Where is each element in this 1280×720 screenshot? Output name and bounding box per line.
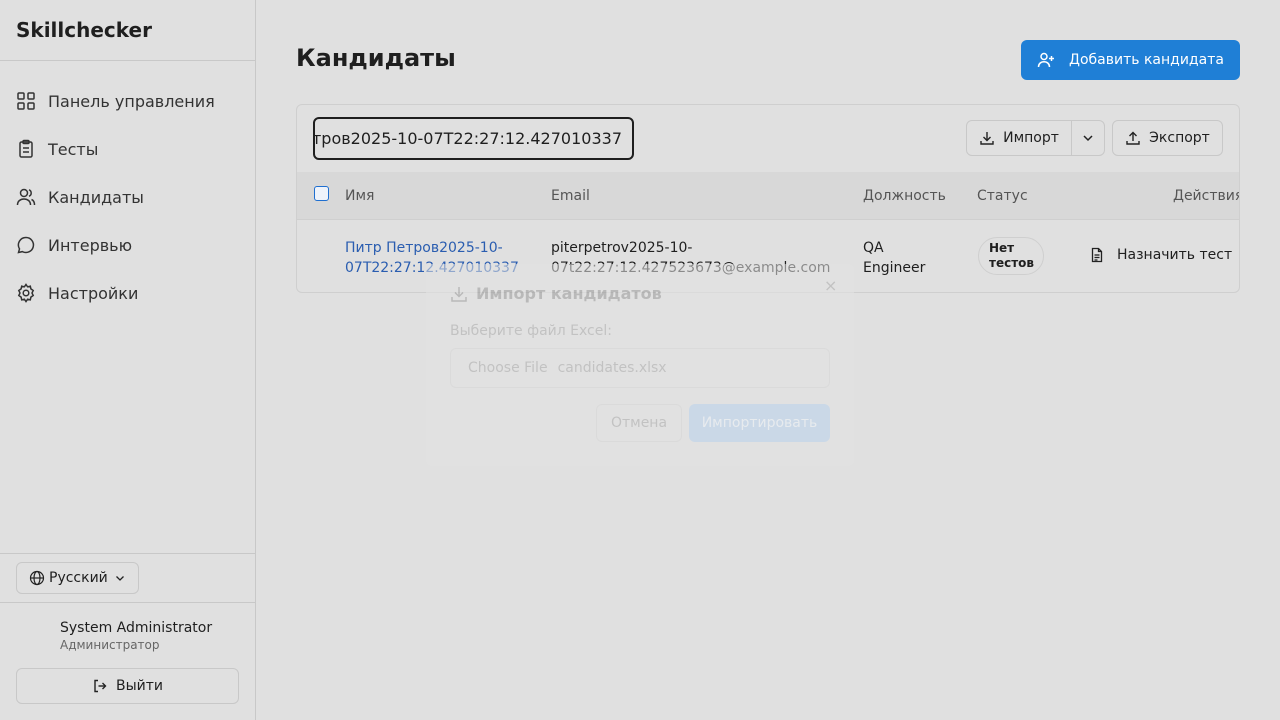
choose-file-button[interactable]: Choose File (468, 360, 548, 376)
column-header-email[interactable]: Email (551, 188, 590, 204)
language-selector[interactable]: Русский (16, 562, 139, 594)
import-button-group: Импорт (966, 120, 1105, 156)
sidebar-item-label: Тесты (48, 139, 99, 159)
column-header-name[interactable]: Имя (345, 188, 374, 204)
chevron-down-icon (115, 576, 124, 581)
users-icon (16, 188, 36, 206)
sidebar-footer: Русский System Administrator Администрат… (0, 553, 255, 720)
chevron-down-icon (1083, 135, 1093, 142)
sidebar: Skillchecker Панель управления Тесты Кан… (0, 0, 256, 720)
import-button[interactable]: Импорт (967, 121, 1072, 155)
column-header-position[interactable]: Должность (863, 188, 946, 204)
table-header: Имя Email Должность Статус Действия (297, 172, 1240, 220)
page-title: Кандидаты (296, 44, 456, 72)
import-dropdown-toggle[interactable] (1072, 121, 1104, 155)
app-logo[interactable]: Skillchecker (0, 0, 255, 61)
gear-icon (17, 283, 35, 303)
file-input[interactable]: Choose File candidates.xlsx (450, 348, 830, 388)
user-name: System Administrator (60, 620, 213, 636)
logout-icon (94, 679, 107, 693)
export-button[interactable]: Экспорт (1112, 120, 1223, 156)
import-submit-button[interactable]: Импортировать (689, 404, 830, 442)
sidebar-item-label: Кандидаты (48, 187, 144, 207)
download-icon (451, 286, 467, 302)
add-user-icon (1037, 52, 1055, 68)
language-section: Русский (0, 553, 255, 603)
cancel-button[interactable]: Отмена (596, 404, 682, 442)
logout-button[interactable]: Выйти (16, 668, 239, 704)
globe-icon (29, 570, 45, 586)
sidebar-item-label: Интервью (48, 235, 133, 255)
import-modal: Импорт кандидатов × Выберите файл Excel:… (426, 264, 854, 466)
sidebar-item-label: Панель управления (48, 91, 215, 111)
dashboard-grid-icon (17, 92, 35, 110)
clipboard-icon (19, 139, 33, 158)
chat-bubble-icon (17, 236, 35, 254)
file-name: candidates.xlsx (557, 360, 667, 376)
download-icon (980, 132, 994, 145)
add-candidate-label: Добавить кандидата (1069, 52, 1224, 68)
column-header-actions: Действия (1173, 188, 1240, 204)
user-info: System Administrator Администратор (0, 603, 255, 668)
candidate-position: QA Engineer (863, 240, 926, 276)
sidebar-item-interviews[interactable]: Интервью (0, 221, 255, 269)
sidebar-item-candidates[interactable]: Кандидаты (0, 173, 255, 221)
assign-test-label: Назначить тест (1117, 247, 1233, 263)
logout-label: Выйти (115, 678, 163, 694)
sidebar-nav: Панель управления Тесты Кандидаты Интерв… (0, 61, 255, 317)
import-label: Импорт (1003, 130, 1059, 146)
document-icon (1091, 247, 1103, 263)
status-badge: Нет тестов (978, 237, 1044, 275)
sidebar-item-dashboard[interactable]: Панель управления (0, 77, 255, 125)
sidebar-item-tests[interactable]: Тесты (0, 125, 255, 173)
close-icon[interactable]: × (824, 276, 837, 295)
add-candidate-button[interactable]: Добавить кандидата (1021, 40, 1240, 80)
user-role: Администратор (60, 638, 160, 652)
language-label: Русский (49, 570, 108, 586)
upload-icon (1126, 131, 1140, 145)
search-input[interactable]: Питр Петров2025-10-07T22:27:12.427010337 (313, 117, 634, 160)
search-input-value: Питр Петров2025-10-07T22:27:12.427010337 (313, 129, 622, 148)
select-all-checkbox[interactable] (314, 186, 329, 201)
file-field-label: Выберите файл Excel: (450, 323, 612, 339)
sidebar-item-settings[interactable]: Настройки (0, 269, 255, 317)
sidebar-item-label: Настройки (48, 283, 139, 303)
modal-title-text: Импорт кандидатов (476, 284, 662, 303)
assign-test-button[interactable]: Назначить тест (1089, 247, 1232, 263)
column-header-status[interactable]: Статус (977, 188, 1028, 204)
export-label: Экспорт (1149, 130, 1210, 146)
modal-title: Импорт кандидатов (450, 284, 662, 303)
